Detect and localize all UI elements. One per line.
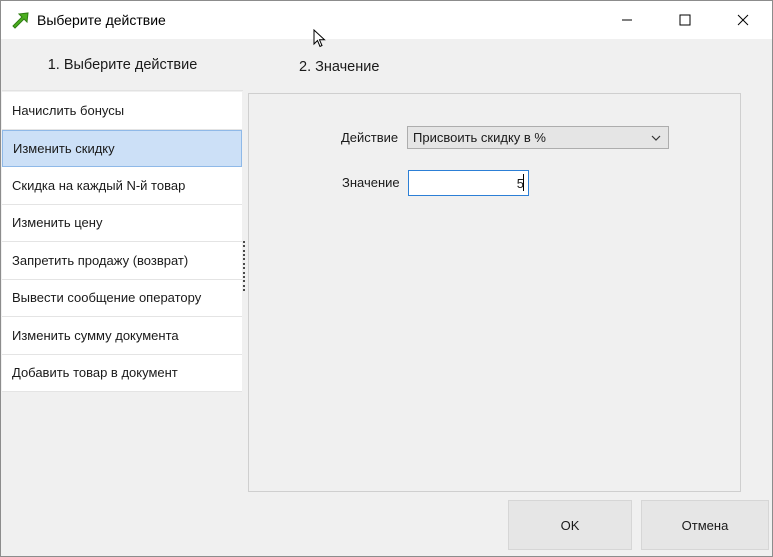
- action-select[interactable]: Присвоить скидку в %: [407, 126, 669, 149]
- title-bar[interactable]: Выберите действие: [1, 1, 772, 39]
- close-icon: [737, 14, 749, 26]
- dialog-window: Выберите действие 1. Выберите действие Н…: [0, 0, 773, 557]
- list-item-operator-message[interactable]: Вывести сообщение оператору: [2, 280, 242, 317]
- arrow-app-icon: [12, 12, 29, 29]
- minimize-icon: [622, 19, 632, 21]
- action-label: Действие: [341, 130, 399, 145]
- list-item-nth-item-discount[interactable]: Скидка на каждый N-й товар: [2, 167, 242, 205]
- list-item-add-bonuses[interactable]: Начислить бонусы: [2, 92, 242, 130]
- text-caret: [523, 174, 524, 191]
- list-item-change-price[interactable]: Изменить цену: [2, 205, 242, 242]
- window-title: Выберите действие: [37, 12, 166, 28]
- maximize-icon: [679, 14, 691, 26]
- value-label: Значение: [342, 175, 400, 190]
- action-select-value: Присвоить скидку в %: [413, 130, 546, 145]
- action-list: Начислить бонусы Изменить скидку Скидка …: [2, 92, 242, 392]
- mouse-cursor-icon: [313, 29, 326, 48]
- list-item-add-product[interactable]: Добавить товар в документ: [2, 355, 242, 392]
- list-item-change-document-sum[interactable]: Изменить сумму документа: [2, 317, 242, 355]
- ok-button[interactable]: OK: [508, 500, 632, 550]
- list-item-forbid-sale[interactable]: Запретить продажу (возврат): [2, 242, 242, 280]
- left-panel-empty-area: [2, 392, 244, 492]
- value-panel: [248, 93, 741, 492]
- step1-header: 1. Выберите действие: [2, 40, 243, 91]
- cancel-button[interactable]: Отмена: [641, 500, 769, 550]
- panel-splitter[interactable]: [242, 241, 246, 291]
- step2-header: 2. Значение: [299, 59, 380, 75]
- close-button[interactable]: [714, 1, 772, 39]
- minimize-button[interactable]: [598, 1, 656, 39]
- value-input[interactable]: [408, 170, 529, 196]
- list-item-change-discount[interactable]: Изменить скидку: [2, 129, 242, 167]
- chevron-down-icon: [651, 135, 661, 141]
- maximize-button[interactable]: [656, 1, 714, 39]
